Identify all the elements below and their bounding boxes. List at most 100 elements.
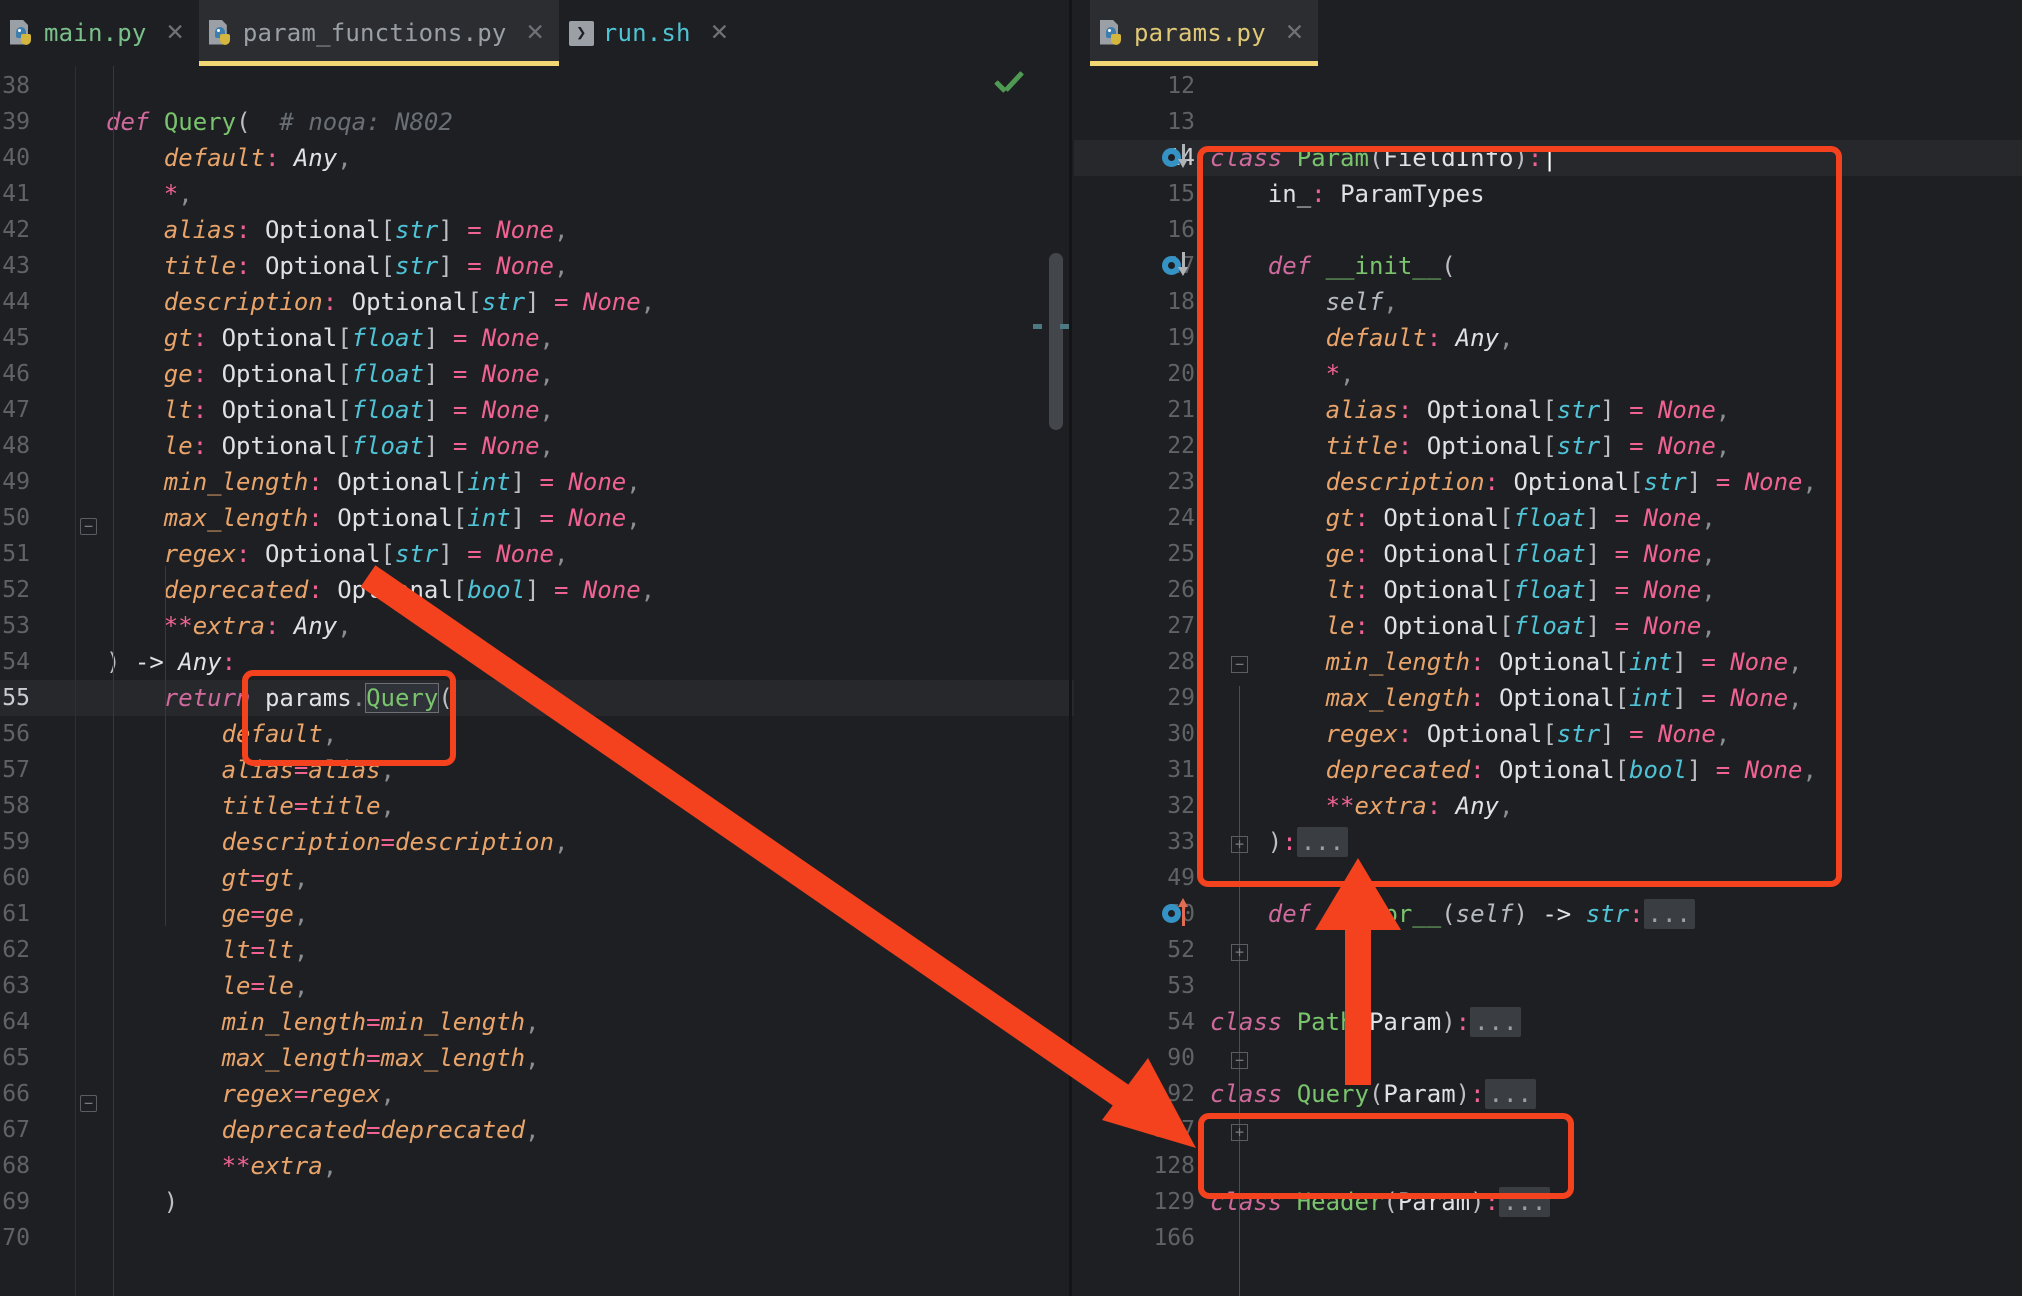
code-line[interactable] [1204,68,2022,104]
code-line[interactable]: deprecated=deprecated, [76,1112,1074,1148]
code-line[interactable] [1204,968,2022,1004]
line-number-row[interactable]: 46 [0,356,76,392]
code-line[interactable]: def Query( # noqa: N802 [76,104,1074,140]
code-line[interactable] [1204,1040,2022,1076]
close-icon[interactable]: ✕ [166,20,185,46]
tab-run-sh[interactable]: ❯ run.sh ✕ [559,0,743,66]
line-number-row[interactable]: 68 [0,1148,76,1184]
line-number-row[interactable]: 12 [1074,68,1204,104]
line-number-row[interactable]: 25 [1074,536,1204,572]
line-number-row[interactable]: 28 [1074,644,1204,680]
editor-split-divider[interactable] [1069,0,1072,1296]
close-icon[interactable]: ✕ [1285,20,1304,46]
code-line[interactable]: description: Optional[str] = None, [76,284,1074,320]
line-number-row[interactable]: 21 [1074,392,1204,428]
line-number-row[interactable]: 19 [1074,320,1204,356]
line-number-row[interactable]: 16 [1074,212,1204,248]
line-number-row[interactable]: 69 [0,1184,76,1220]
code-line[interactable]: ge=ge, [76,896,1074,932]
line-number-row[interactable]: 67 [0,1112,76,1148]
implements-down-icon[interactable] [1162,144,1202,172]
code-line[interactable]: le: Optional[float] = None, [76,428,1074,464]
tab-param-functions-py[interactable]: param_functions.py ✕ [198,0,559,66]
line-number-row[interactable]: 53 [0,608,76,644]
line-number-row[interactable]: 29 [1074,680,1204,716]
code-line[interactable]: ) [76,1184,1074,1220]
line-number-row[interactable]: 90 [1074,1040,1204,1076]
tab-main-py[interactable]: main.py ✕ [0,0,199,66]
line-number-row[interactable]: 23 [1074,464,1204,500]
right-editor-gutter[interactable]: 1213141516171819202122232425262728293031… [1074,66,1204,1296]
line-number-row[interactable]: 30 [1074,716,1204,752]
tab-params-py[interactable]: params.py ✕ [1090,0,1319,66]
code-line[interactable]: def __repr__(self) -> str:... [1204,896,2022,932]
line-number-row[interactable]: 60 [0,860,76,896]
line-number-row[interactable]: 61 [0,896,76,932]
left-editor-code-area[interactable]: def Query( # noqa: N802 default: Any, *,… [76,66,1074,1296]
line-number-row[interactable]: 40 [0,140,76,176]
code-line[interactable]: min_length=min_length, [76,1004,1074,1040]
code-line[interactable]: *, [76,176,1074,212]
line-number-row[interactable]: 20 [1074,356,1204,392]
line-number-row[interactable]: 26 [1074,572,1204,608]
line-number-row[interactable]: 65 [0,1040,76,1076]
line-number-row[interactable]: 64 [0,1004,76,1040]
code-line[interactable]: title=title, [76,788,1074,824]
line-number-row[interactable]: 92 [1074,1076,1204,1112]
code-line[interactable] [1204,1220,2022,1256]
code-line[interactable]: default: Any, [76,140,1074,176]
line-number-row[interactable]: 47 [0,392,76,428]
inspection-ok-icon[interactable] [992,76,1026,102]
line-number-row[interactable]: 32 [1074,788,1204,824]
code-line[interactable] [1204,932,2022,968]
line-number-row[interactable]: 13 [1074,104,1204,140]
line-number-row[interactable]: 39 [0,104,76,140]
code-line[interactable]: min_length: Optional[int] = None, [76,464,1074,500]
code-line[interactable]: lt: Optional[float] = None, [76,392,1074,428]
code-line[interactable]: le=le, [76,968,1074,1004]
close-icon[interactable]: ✕ [710,20,729,46]
line-number-row[interactable]: 70 [0,1220,76,1256]
line-number-row[interactable]: 24 [1074,500,1204,536]
line-number-row[interactable]: 57 [0,752,76,788]
code-line[interactable]: description=description, [76,824,1074,860]
left-code-editor[interactable]: 38 39 40 41 42 43 44 45 46 47 48 49 50 51 52 53 54 55 56 57… [0,66,1074,1296]
line-number-row[interactable]: 127 [1074,1112,1204,1148]
code-line[interactable]: **extra: Any, [76,608,1074,644]
fold-marker-collapse[interactable]: − [80,518,97,535]
line-number-row[interactable]: 38 [0,68,76,104]
code-line[interactable]: class Path(Param):... [1204,1004,2022,1040]
line-number-row[interactable]: 66 [0,1076,76,1112]
code-line[interactable]: max_length: Optional[int] = None, [76,500,1074,536]
code-line[interactable]: class Query(Param):... [1204,1076,2022,1112]
code-line[interactable]: ge: Optional[float] = None, [76,356,1074,392]
line-number-row[interactable]: 44 [0,284,76,320]
line-number-row[interactable]: 43 [0,248,76,284]
fold-marker-expand[interactable]: + [1231,944,1248,961]
line-number-row[interactable]: 128 [1074,1148,1204,1184]
code-line[interactable]: regex=regex, [76,1076,1074,1112]
line-number-row[interactable]: 15 [1074,176,1204,212]
code-line[interactable]: **extra, [76,1148,1074,1184]
line-number-row[interactable]: 45 [0,320,76,356]
code-line[interactable] [76,68,1074,104]
line-number-row[interactable]: 27 [1074,608,1204,644]
line-number-row[interactable]: 48 [0,428,76,464]
code-line[interactable]: gt=gt, [76,860,1074,896]
line-number-row[interactable]: 33 [1074,824,1204,860]
code-line[interactable]: gt: Optional[float] = None, [76,320,1074,356]
code-line[interactable]: max_length=max_length, [76,1040,1074,1076]
line-number-row[interactable]: 50 [0,500,76,536]
line-number-row[interactable]: 31 [1074,752,1204,788]
line-number-row[interactable]: 62 [0,932,76,968]
line-number-row[interactable]: 18 [1074,284,1204,320]
close-icon[interactable]: ✕ [526,20,545,46]
code-line[interactable]: deprecated: Optional[bool] = None, [76,572,1074,608]
line-number-row[interactable]: 49 [1074,860,1204,896]
left-editor-gutter[interactable]: 38 39 40 41 42 43 44 45 46 47 48 49 50 51 52 53 54 55 56 57… [0,66,76,1296]
line-number-row[interactable]: 22 [1074,428,1204,464]
code-line[interactable]: alias=alias, [76,752,1074,788]
code-line[interactable]: return params.Query( [76,680,1074,716]
fold-marker-collapse[interactable]: − [80,1095,97,1112]
line-number-row[interactable]: 166 [1074,1220,1204,1256]
